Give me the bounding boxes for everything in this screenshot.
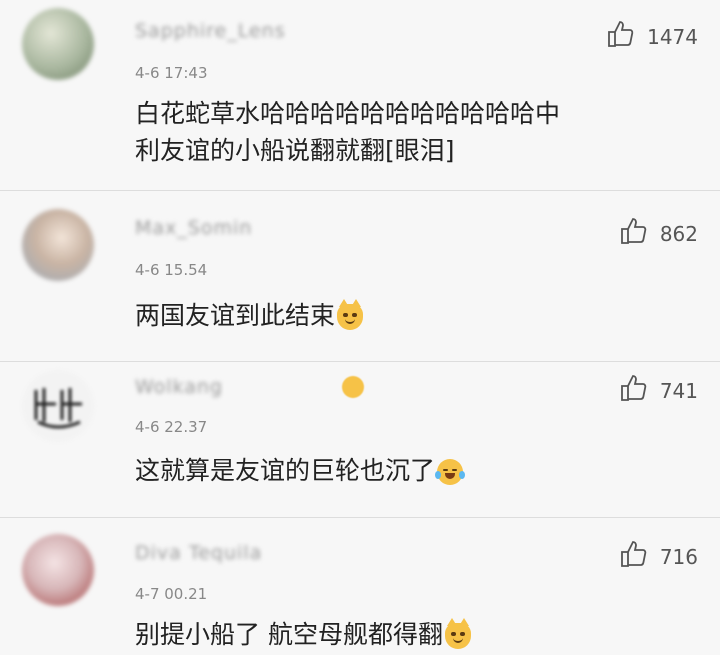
- timestamp: 4-6 17:43: [135, 64, 208, 82]
- username[interactable]: Max_Somin: [135, 217, 252, 239]
- comment-item: Max_Somin 4-6 15.54 两国友谊到此结束 862: [0, 191, 720, 361]
- like-count: 1474: [647, 24, 698, 49]
- comment-text-line: 利友谊的小船说翻就翻[眼泪]: [135, 136, 455, 165]
- comment-text: 白花蛇草水哈哈哈哈哈哈哈哈哈哈哈中 利友谊的小船说翻就翻[眼泪]: [135, 95, 685, 169]
- like-count: 741: [659, 378, 698, 403]
- like-button[interactable]: 1474: [605, 18, 698, 55]
- badge-emoji-icon: [342, 376, 364, 398]
- username-text: Wolkang: [135, 376, 223, 398]
- like-button[interactable]: 716: [618, 538, 698, 575]
- laughing-tears-emoji: [435, 459, 466, 485]
- username[interactable]: Sapphire_Lens: [135, 20, 286, 42]
- like-count: 862: [659, 221, 698, 246]
- thumbs-up-icon: [618, 538, 650, 575]
- comment-text-content: 这就算是友谊的巨轮也沉了: [135, 456, 436, 485]
- like-button[interactable]: 741: [618, 372, 698, 409]
- timestamp: 4-6 15.54: [135, 261, 208, 279]
- timestamp: 4-7 00.21: [135, 585, 208, 603]
- avatar[interactable]: [22, 370, 94, 442]
- username[interactable]: Wolkang: [135, 376, 223, 398]
- comment-item: Sapphire_Lens 4-6 17:43 白花蛇草水哈哈哈哈哈哈哈哈哈哈哈…: [0, 0, 720, 190]
- avatar[interactable]: [22, 209, 94, 281]
- comment-text-line: 白花蛇草水哈哈哈哈哈哈哈哈哈哈哈中: [135, 99, 561, 128]
- thumbs-up-icon: [618, 372, 650, 409]
- comment-item: Diva Tequila 4-7 00.21 别提小船了 航空母舰都得翻 716: [0, 518, 720, 655]
- avatar-drawing: [34, 388, 82, 429]
- cat-face-emoji: [337, 299, 364, 330]
- timestamp: 4-6 22.37: [135, 418, 208, 436]
- comment-text-content: 别提小船了 航空母舰都得翻: [135, 620, 443, 649]
- avatar[interactable]: [22, 534, 94, 606]
- comment-text-content: 两国友谊到此结束: [135, 301, 336, 330]
- comment-text: 别提小船了 航空母舰都得翻: [135, 616, 685, 653]
- like-button[interactable]: 862: [618, 215, 698, 252]
- comment-item: Wolkang 4-6 22.37 这就算是友谊的巨轮也沉了 741: [0, 362, 720, 517]
- avatar[interactable]: [22, 8, 94, 80]
- username[interactable]: Diva Tequila: [135, 542, 262, 564]
- thumbs-up-icon: [618, 215, 650, 252]
- cat-face-emoji: [444, 618, 471, 649]
- comment-text: 两国友谊到此结束: [135, 297, 685, 334]
- like-count: 716: [659, 544, 698, 569]
- thumbs-up-icon: [605, 18, 637, 55]
- comment-text: 这就算是友谊的巨轮也沉了: [135, 452, 685, 489]
